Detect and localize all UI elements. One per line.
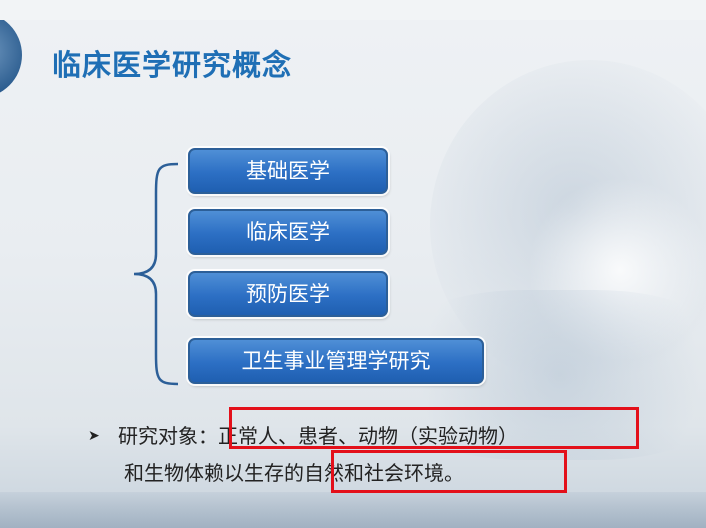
background-decoration bbox=[0, 492, 706, 528]
slide-canvas: 临床医学研究概念 基础医学 临床医学 预防医学 卫生事业管理学研究 ➤ 研究对象：… bbox=[0, 20, 706, 528]
category-box-preventive-medicine: 预防医学 bbox=[188, 271, 388, 317]
top-bar bbox=[0, 0, 706, 20]
category-box-health-management: 卫生事业管理学研究 bbox=[188, 338, 484, 384]
category-box-basic-medicine: 基础医学 bbox=[188, 148, 388, 194]
highlight-box bbox=[331, 450, 567, 493]
arrowhead-bullet-icon: ➤ bbox=[88, 428, 100, 444]
slide-title: 临床医学研究概念 bbox=[52, 48, 293, 82]
highlight-box bbox=[229, 407, 639, 449]
curly-brace-icon bbox=[133, 162, 179, 386]
category-box-clinical-medicine: 临床医学 bbox=[188, 209, 388, 255]
logo-circle bbox=[0, 20, 22, 98]
